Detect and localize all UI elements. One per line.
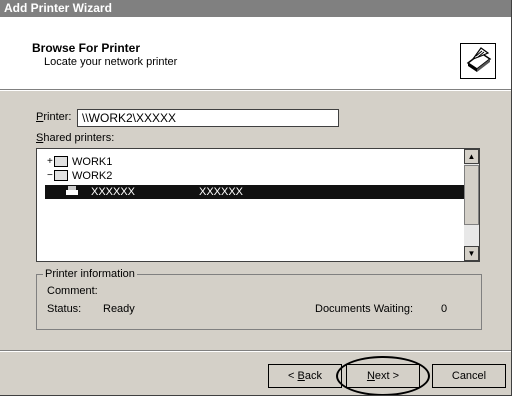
printer-path-input[interactable] [77, 109, 339, 127]
printer-information-group: Printer information Comment: Status: Rea… [36, 268, 482, 330]
documents-waiting-value: 0 [441, 303, 448, 315]
scroll-thumb[interactable] [464, 165, 479, 225]
shared-printers-label: Shared printers: [36, 132, 115, 144]
next-button-highlight-circle [336, 356, 430, 395]
cancel-button[interactable]: Cancel [432, 364, 506, 388]
header-divider [0, 90, 511, 91]
add-printer-wizard-window: Add Printer Wizard Browse For Printer Lo… [0, 0, 512, 396]
computer-icon [54, 156, 68, 167]
header-subtitle: Locate your network printer [44, 56, 178, 68]
back-button[interactable]: < Back [268, 364, 342, 388]
tree-item-printer-selected[interactable]: XXXXXX XXXXXX [45, 185, 465, 199]
title-bar: Add Printer Wizard [0, 0, 511, 17]
printer-information-title: Printer information [43, 268, 137, 280]
status-label: Status: [47, 303, 82, 315]
list-scrollbar[interactable]: ▲ ▼ [464, 149, 479, 261]
window-title: Add Printer Wizard [4, 1, 112, 15]
header-title: Browse For Printer [32, 41, 141, 55]
footer-divider [0, 350, 511, 352]
status-value: Ready [103, 303, 135, 315]
shared-printers-tree[interactable]: + WORK1 − WORK2 XXXXXX XXXXXX ▲ ▼ [36, 148, 480, 262]
expand-plus-icon[interactable]: + [47, 155, 53, 169]
printer-label: Printer: [36, 111, 72, 123]
scroll-down-button[interactable]: ▼ [464, 246, 479, 261]
computer-icon [54, 170, 68, 181]
documents-waiting-label: Documents Waiting: [315, 303, 414, 315]
printer-icon [460, 43, 496, 79]
wizard-header: Browse For Printer Locate your network p… [0, 17, 511, 90]
scroll-up-button[interactable]: ▲ [464, 149, 479, 164]
printer-comment: XXXXXX [199, 186, 244, 198]
collapse-minus-icon[interactable]: − [47, 169, 53, 183]
printer-icon [65, 185, 79, 201]
comment-label: Comment: [47, 285, 98, 297]
printer-name: XXXXXX [91, 186, 136, 198]
